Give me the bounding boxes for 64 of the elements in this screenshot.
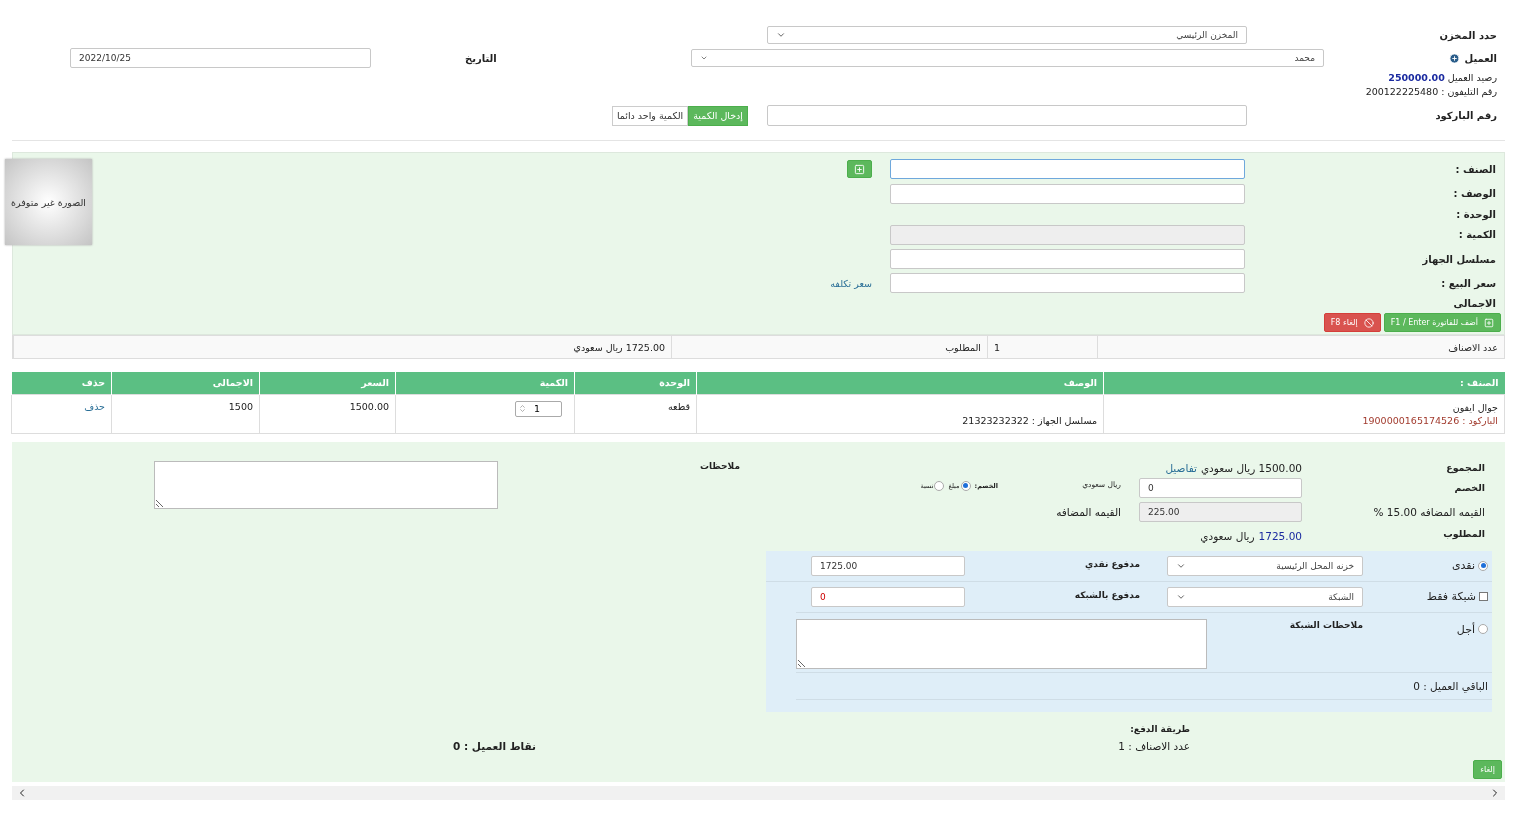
amount-field[interactable]: 1725.00 <box>811 555 965 576</box>
currency-label: ريال سعودي <box>1200 529 1255 542</box>
field-label: مدفوع بالشبكه <box>1074 589 1140 600</box>
payment-method-label: نقدى <box>1452 559 1475 572</box>
summary-cell: 1725.00 ريال سعودي <box>13 336 671 358</box>
field-label: المجموع <box>1445 462 1485 473</box>
column-header: الصنف : <box>1103 372 1505 394</box>
remaining-balance: الباقي العميل : 0 <box>1413 679 1488 692</box>
field-label: الاجمالى <box>1452 297 1496 309</box>
discount-field[interactable]: 0 <box>1139 477 1302 498</box>
account-select[interactable]: خزنه المحل الرئيسية <box>1167 555 1363 576</box>
items-count: عدد الاصناف : 1 <box>1118 739 1190 752</box>
field-label: الخصم <box>1453 482 1485 493</box>
payment-method-heading: طريقة الدفع: <box>1129 723 1190 734</box>
delete-link[interactable]: حذف <box>84 400 105 412</box>
due-amount: 1725.00 <box>1258 529 1302 542</box>
field-label: ملاحظات <box>699 460 740 471</box>
payment-method-label: أجل <box>1456 622 1475 636</box>
date-field[interactable]: 2022/10/25 <box>70 48 371 68</box>
field-label: الوحدة : <box>1455 208 1496 220</box>
sum-value: 1500.00 ريال سعودي <box>1200 461 1302 474</box>
phone-number: رقم التليفون : 200122225480 <box>1364 85 1497 99</box>
vat-label: القيمه المضافه 15.00 % <box>1372 505 1485 518</box>
field-label: حدد المخزن <box>1438 29 1497 41</box>
column-header: حذف <box>11 372 112 394</box>
field-label: ملاحظات الشبكة <box>1289 619 1363 630</box>
account-select[interactable]: الشبكة <box>1167 586 1363 607</box>
customer-points: نقاط العميل : 0 <box>453 739 536 752</box>
table-cell: 1500.00 <box>259 394 396 433</box>
column-header: الاجمالى <box>111 372 260 394</box>
column-header: الكمية <box>395 372 575 394</box>
summary-cell: عدد الاصناف <box>1097 336 1504 358</box>
column-header: السعر <box>259 372 396 394</box>
summary-cell: 1 <box>987 336 1097 358</box>
vat-field[interactable]: 225.00 <box>1139 501 1302 522</box>
table-cell: 1500 <box>111 394 260 433</box>
payment-method-label: شبكة فقط <box>1426 590 1476 603</box>
item-description: مسلسل الجهاز : 21323232322 <box>961 413 1097 427</box>
cost-price-link[interactable]: سعر تكلفه <box>830 277 872 289</box>
field-label: التاريخ <box>465 52 497 64</box>
column-header: الوصف <box>696 372 1104 394</box>
field-label: الكمية : <box>1457 229 1496 241</box>
quantity-field[interactable]: 1 <box>515 400 562 417</box>
summary-cell: المطلوب <box>671 336 987 358</box>
field-label: العميل <box>1464 52 1497 64</box>
field-label: رقم الباركود <box>1434 110 1497 121</box>
field-label: المطلوب <box>1442 528 1485 539</box>
vat-side-label: القيمه المضافه <box>1056 505 1121 518</box>
warehouse-select[interactable]: المخزن الرئيسي <box>767 26 1247 44</box>
field-label: سعر البيع : <box>1440 277 1496 289</box>
table-cell: قطعه <box>574 394 697 433</box>
no-image-text: الصورة غير متوفرة <box>11 196 86 208</box>
quantity-mode-toggle[interactable]: الكمية واحد دائما <box>611 105 689 126</box>
field-label: مسلسل الجهاز <box>1421 253 1496 265</box>
field-label: الصنف : <box>1454 163 1496 175</box>
field-label: مدفوع نقدي <box>1085 558 1140 569</box>
amount-field[interactable]: 0 <box>811 586 965 607</box>
field-label: الوصف : <box>1452 188 1496 200</box>
cancel-button[interactable]: إلغاء F8 <box>1323 313 1381 332</box>
customer-select[interactable]: محمد <box>691 49 1324 67</box>
item-barcode: الباركود : 1900000165174526 <box>1361 413 1498 427</box>
column-header: الوحدة <box>574 372 697 394</box>
item-name: جوال ايفون <box>1451 400 1498 414</box>
details-link[interactable]: تفاصيل <box>1165 461 1197 474</box>
